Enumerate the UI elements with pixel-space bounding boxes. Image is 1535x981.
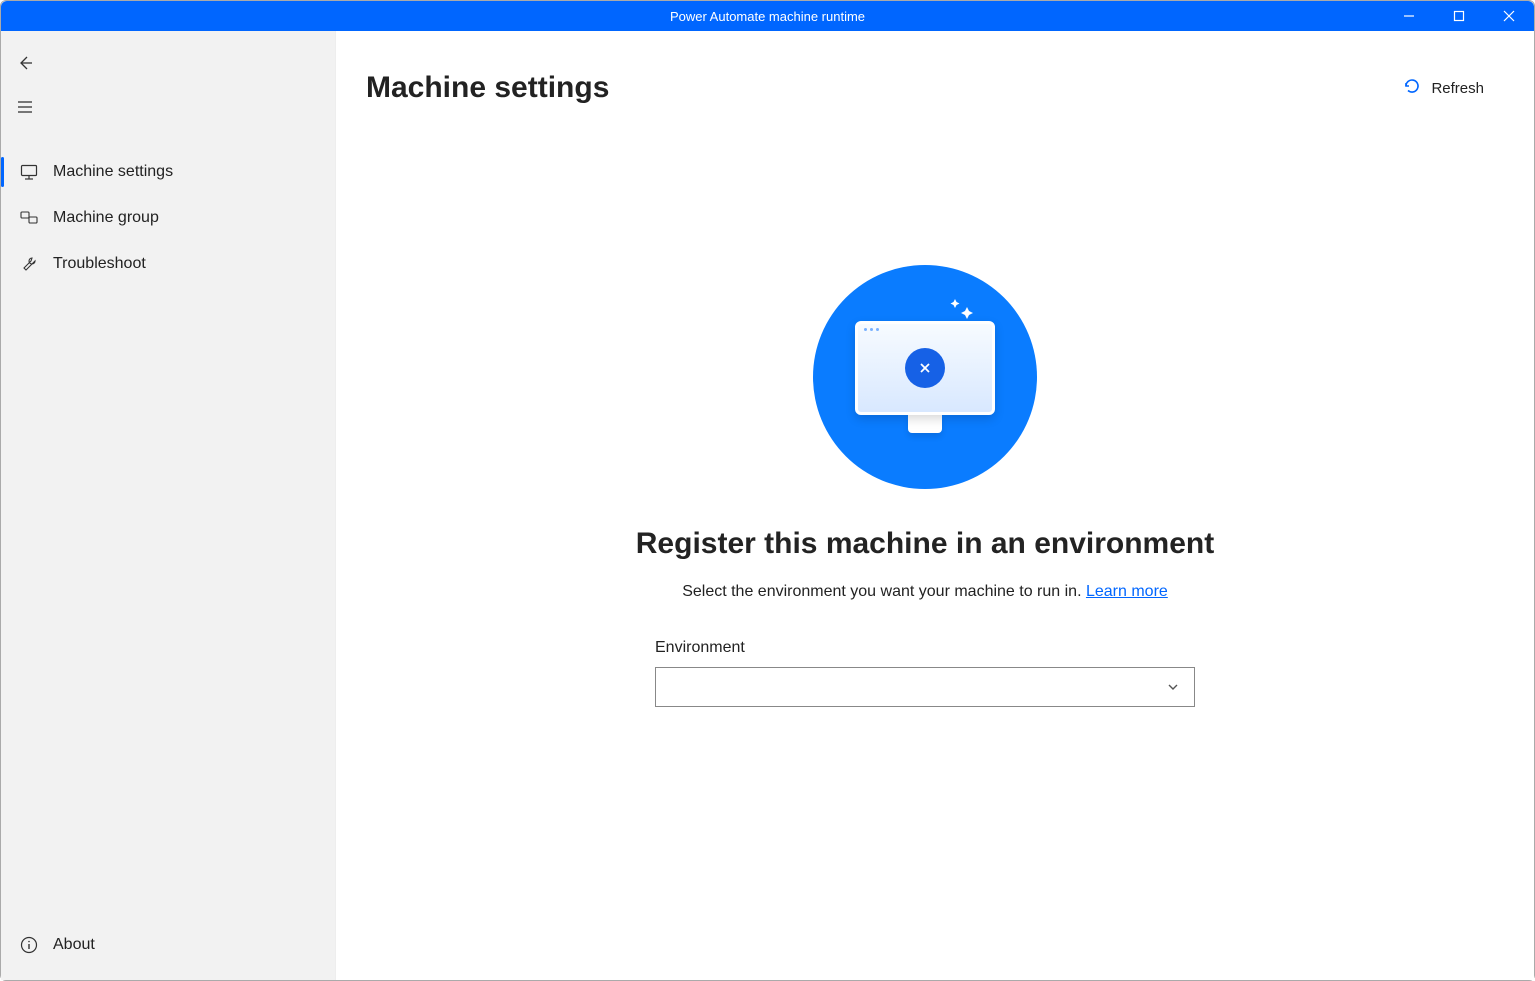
sidebar-item-label: Machine group	[53, 209, 159, 227]
main-header: Machine settings Refresh	[366, 71, 1484, 105]
sidebar: Machine settings Machine group Troublesh…	[1, 31, 336, 980]
wrench-icon	[19, 254, 39, 274]
environment-form: Environment	[655, 639, 1195, 707]
environment-select[interactable]	[655, 667, 1195, 707]
main: Machine settings Refresh	[336, 31, 1534, 980]
page-title: Machine settings	[366, 71, 609, 105]
minimize-button[interactable]	[1384, 1, 1434, 31]
environment-label: Environment	[655, 639, 1195, 657]
app-body: Machine settings Machine group Troublesh…	[1, 31, 1534, 980]
hero: Register this machine in an environment …	[366, 265, 1484, 707]
back-button[interactable]	[1, 41, 49, 85]
sidebar-item-troubleshoot[interactable]: Troubleshoot	[1, 241, 335, 287]
hamburger-button[interactable]	[1, 85, 49, 129]
info-icon	[19, 935, 39, 955]
group-icon	[19, 208, 39, 228]
refresh-icon	[1403, 77, 1421, 99]
sidebar-item-label: About	[53, 936, 95, 954]
monitor-icon	[19, 162, 39, 182]
sidebar-item-machine-settings[interactable]: Machine settings	[1, 149, 335, 195]
hero-illustration	[813, 265, 1037, 489]
monitor-illustration	[855, 321, 995, 433]
refresh-button[interactable]: Refresh	[1403, 77, 1484, 99]
sidebar-item-label: Troubleshoot	[53, 255, 146, 273]
hero-heading: Register this machine in an environment	[636, 527, 1214, 561]
close-button[interactable]	[1484, 1, 1534, 31]
window-title: Power Automate machine runtime	[670, 9, 865, 24]
sidebar-footer: About	[1, 922, 335, 980]
sidebar-item-label: Machine settings	[53, 163, 173, 181]
refresh-label: Refresh	[1431, 80, 1484, 97]
nav: Machine settings Machine group Troublesh…	[1, 149, 335, 287]
x-circle-icon	[905, 348, 945, 388]
chevron-down-icon	[1166, 680, 1180, 694]
titlebar: Power Automate machine runtime	[1, 1, 1534, 31]
sidebar-item-about[interactable]: About	[1, 922, 335, 968]
hero-subtext: Select the environment you want your mac…	[682, 583, 1168, 601]
sidebar-item-machine-group[interactable]: Machine group	[1, 195, 335, 241]
maximize-button[interactable]	[1434, 1, 1484, 31]
learn-more-link[interactable]: Learn more	[1086, 583, 1168, 600]
window-controls	[1384, 1, 1534, 31]
